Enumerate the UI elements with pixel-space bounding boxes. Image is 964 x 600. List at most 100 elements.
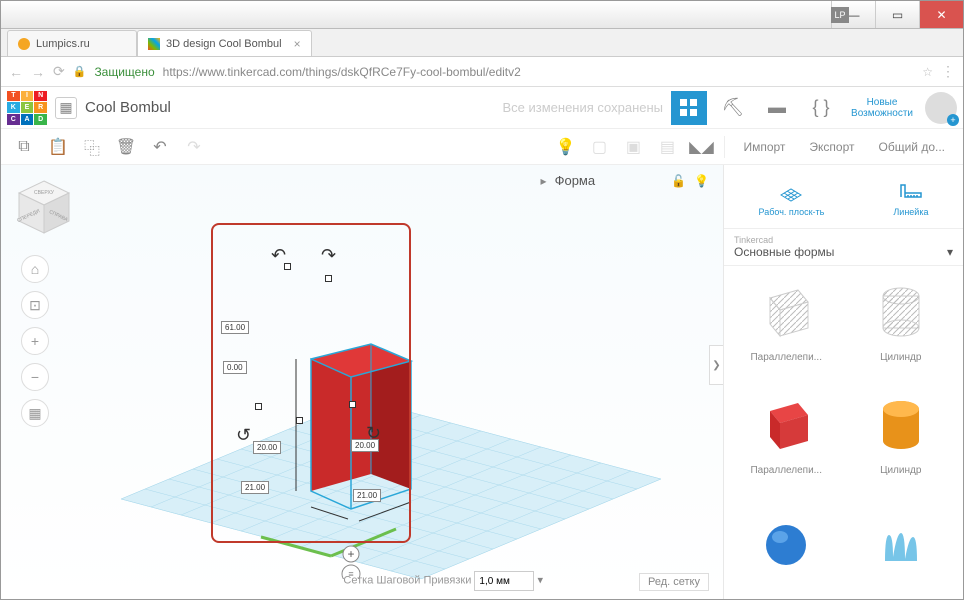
shape-box-hole[interactable]: Параллелепи... [734, 276, 839, 379]
export-button[interactable]: Экспорт [799, 140, 864, 154]
new-features-link[interactable]: Новые Возможности [847, 97, 917, 119]
tab-title: Lumpics.ru [36, 38, 90, 50]
window-titlebar: LP — ▭ ✕ [1, 1, 963, 29]
category-small: Tinkercad [734, 235, 953, 245]
import-button[interactable]: Импорт [733, 140, 795, 154]
resize-handle[interactable] [255, 403, 262, 410]
delete-button[interactable]: 🗑 [111, 133, 141, 161]
shape-category-select[interactable]: Tinkercad Основные формы ▾ [724, 229, 963, 266]
dimension-offset1[interactable]: 21.00 [241, 481, 269, 494]
shape-cylinder-hole[interactable]: Цилиндр [849, 276, 954, 379]
minecraft-mode-button[interactable]: ⛏ [715, 91, 751, 125]
code-mode-button[interactable]: { } [803, 91, 839, 125]
shape-label: Цилиндр [880, 352, 921, 363]
zoom-out-button[interactable]: − [21, 363, 49, 391]
shape-box-solid[interactable]: Параллелепи... [734, 389, 839, 492]
canvas[interactable]: СВЕРХУ СПЕРЕДИ СПРАВА ⌂ ⊡ + − ▦ ▸ Форма … [1, 165, 723, 599]
main-area: СВЕРХУ СПЕРЕДИ СПРАВА ⌂ ⊡ + − ▦ ▸ Форма … [1, 165, 963, 599]
viewcube[interactable]: СВЕРХУ СПЕРЕДИ СПРАВА [13, 177, 75, 239]
share-button[interactable]: Общий до... [869, 140, 956, 154]
dimension-width[interactable]: 20.00 [253, 441, 281, 454]
shape-library: Параллелепи... Цилиндр Параллелепи... Ци… [724, 266, 963, 599]
shape-panel-label: Форма [555, 173, 596, 188]
project-icon[interactable]: ▦ [55, 97, 77, 119]
zoom-in-button[interactable]: + [21, 327, 49, 355]
back-button[interactable]: ← [9, 64, 23, 80]
workplane-label: Рабоч. плоск-ть [759, 207, 825, 217]
dimension-offset2[interactable]: 21.00 [353, 489, 381, 502]
dimension-zero[interactable]: 0.00 [223, 361, 247, 374]
tab-title: 3D design Cool Bombul [166, 38, 282, 50]
snap-label-text: Сетка Шаговой Привязки [343, 575, 471, 587]
undo-button[interactable]: ↶ [145, 133, 175, 161]
url-bar: ← → ⟳ 🔒 Защищено https://www.tinkercad.c… [1, 57, 963, 87]
browser-tabs: Lumpics.ru 3D design Cool Bombul × [1, 29, 963, 57]
paste-button[interactable]: 📋 [43, 133, 73, 161]
dimension-height[interactable]: 61.00 [221, 321, 249, 334]
mirror-button[interactable]: ◣◢ [686, 133, 716, 161]
url-domain: https://www.tinkercad.com [163, 65, 302, 79]
collapse-panel-button[interactable]: ❯ [709, 345, 723, 385]
bookmark-icon[interactable]: ☆ [922, 65, 933, 79]
snap-grid-label: Сетка Шаговой Привязки ▾ [343, 571, 543, 591]
bulb-icon[interactable]: 💡 [694, 174, 709, 188]
snap-value-input[interactable] [474, 571, 534, 591]
tinkercad-logo[interactable]: TINKERCAD [7, 91, 47, 125]
svg-text:+: + [347, 547, 354, 561]
align-button[interactable]: ▤ [652, 133, 682, 161]
lp-badge: LP [831, 7, 849, 23]
shape-organic[interactable] [849, 501, 954, 589]
rotate-icon[interactable]: ↺ [236, 425, 251, 446]
favicon-icon [18, 38, 30, 50]
rotate-left-icon[interactable]: ↶ [271, 245, 286, 266]
group-button[interactable]: ▢ [584, 133, 614, 161]
add-shape-button[interactable]: + [343, 546, 359, 562]
lock-icon[interactable]: 🔓 [671, 174, 686, 188]
resize-handle[interactable] [325, 275, 332, 282]
resize-handle[interactable] [349, 401, 356, 408]
collapse-icon[interactable]: ▸ [541, 174, 547, 188]
copy-button[interactable]: ⧉ [9, 133, 39, 161]
workplane-tool[interactable]: Рабоч. плоск-ть [759, 177, 825, 217]
secure-label: Защищено [94, 65, 154, 79]
rotate-right-icon[interactable]: ↷ [321, 245, 336, 266]
ruler-tool[interactable]: Линейка [893, 177, 928, 217]
toolbar: ⧉ 📋 ⿻ 🗑 ↶ ↷ 💡 ▢ ▣ ▤ ◣◢ Импорт Экспорт Об… [1, 129, 963, 165]
chevron-down-icon: ▾ [947, 245, 953, 259]
category-label: Основные формы [734, 245, 834, 259]
app-header: TINKERCAD ▦ Cool Bombul Все изменения со… [1, 87, 963, 129]
edit-grid-button[interactable]: Ред. сетку [639, 573, 709, 591]
project-name[interactable]: Cool Bombul [85, 99, 171, 116]
shape-cylinder-solid[interactable]: Цилиндр [849, 389, 954, 492]
fit-view-button[interactable]: ⊡ [21, 291, 49, 319]
ruler-label: Линейка [893, 207, 928, 217]
bulb-button[interactable]: 💡 [550, 133, 580, 161]
window-maximize-button[interactable]: ▭ [875, 1, 919, 28]
ungroup-button[interactable]: ▣ [618, 133, 648, 161]
browser-tab[interactable]: Lumpics.ru [7, 30, 137, 56]
home-view-button[interactable]: ⌂ [21, 255, 49, 283]
ortho-button[interactable]: ▦ [21, 399, 49, 427]
redo-button[interactable]: ↷ [179, 133, 209, 161]
forward-button[interactable]: → [31, 64, 45, 80]
lego-mode-button[interactable]: ▬ [759, 91, 795, 125]
window-close-button[interactable]: ✕ [919, 1, 963, 28]
blocks-mode-button[interactable] [671, 91, 707, 125]
reload-button[interactable]: ⟳ [53, 63, 65, 80]
url-field[interactable]: https://www.tinkercad.com/things/dskQfRC… [163, 65, 915, 79]
shape-panel: ▸ Форма 🔓 💡 [541, 173, 709, 188]
grid-controls: Ред. сетку [639, 573, 709, 591]
rotate-icon[interactable]: ↻ [366, 423, 381, 444]
duplicate-button[interactable]: ⿻ [77, 133, 107, 161]
new-features-line1: Новые [851, 97, 913, 108]
shape-sphere[interactable] [734, 501, 839, 589]
menu-icon[interactable]: ⋮ [941, 63, 955, 80]
user-avatar[interactable] [925, 92, 957, 124]
browser-tab[interactable]: 3D design Cool Bombul × [137, 30, 312, 56]
close-icon[interactable]: × [294, 37, 301, 51]
resize-handle[interactable] [296, 417, 303, 424]
new-features-line2: Возможности [851, 108, 913, 119]
shape-label: Цилиндр [880, 465, 921, 476]
dropdown-icon[interactable]: ▾ [537, 575, 543, 587]
favicon-icon [148, 38, 160, 50]
